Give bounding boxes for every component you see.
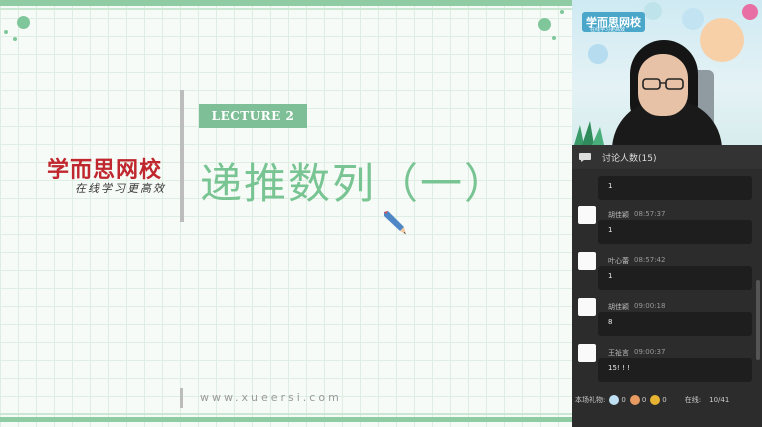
chat-user-name: 王祉言: [608, 349, 629, 357]
chat-bubble-icon: [579, 153, 591, 162]
chat-message-box: 15! ! !: [598, 358, 752, 382]
decor-bubble: [700, 18, 744, 62]
decor-dot: [4, 30, 8, 34]
decor-dot: [17, 16, 30, 29]
chat-message-text: 1: [608, 182, 613, 190]
chat-time: 09:00:18: [634, 302, 666, 310]
pencil-cursor-icon: [384, 211, 406, 234]
slide-top-bar: [0, 0, 572, 6]
chat-time: 08:57:37: [634, 210, 666, 218]
chat-message-text: 15! ! !: [608, 364, 630, 372]
decor-bubble: [682, 8, 704, 30]
chat-list[interactable]: 1 胡佳颖 08:57:37 1 叶心蕾 08:57:42 1 胡佳颖 09:0…: [572, 170, 754, 385]
lecture-slide: 学而思网校 在线学习更高效 LECTURE 2 递推数列（一） www.xuee…: [0, 0, 572, 427]
chat-message-box: 1: [598, 176, 752, 200]
user-avatar-icon: [578, 298, 596, 316]
decor-bubble: [742, 4, 758, 20]
decor-bubble: [588, 44, 608, 64]
slide-bottom-bar-thin: [0, 413, 572, 415]
side-panel: 学而思网校 在线学习更高效 讨论人数(15) 1 胡佳颖 08:57:37 1 …: [572, 0, 762, 427]
chat-user-name: 胡佳颖: [608, 303, 629, 311]
chat-message-text: 1: [608, 226, 613, 234]
glasses-icon: [642, 78, 684, 90]
teacher-video[interactable]: 学而思网校 在线学习更高效: [572, 0, 762, 145]
lecture-badge: LECTURE 2: [199, 104, 307, 128]
gift-count: 0: [621, 396, 626, 404]
gift-count: 0: [641, 396, 647, 404]
brand-tagline: 在线学习更高效: [75, 182, 166, 195]
user-avatar-icon: [578, 252, 596, 270]
divider-bottom: [180, 388, 183, 408]
chat-message-text: 8: [608, 318, 613, 326]
video-logo-sub: 在线学习更高效: [590, 27, 626, 33]
online-label: 在线:: [684, 396, 702, 404]
website-url: www.xueersi.com: [200, 391, 342, 404]
slide-title: 递推数列（一）: [200, 159, 509, 208]
decor-dot: [538, 18, 551, 31]
divider: [180, 90, 184, 222]
gift-trophy-icon[interactable]: [650, 395, 661, 405]
chat-title: 讨论人数(15): [602, 153, 657, 164]
decor-bubble: [644, 2, 662, 20]
chat-message-text: 1: [608, 272, 613, 280]
plant-decor-icon: [574, 121, 604, 145]
chat-message-box: 1: [598, 220, 752, 244]
chat-scrollbar[interactable]: [756, 280, 760, 360]
chat-time: 09:00:37: [634, 348, 666, 356]
chat-header: 讨论人数(15): [572, 145, 762, 169]
chat-footer: 本场礼物: 0 0 0 在线: 10/41: [572, 385, 762, 415]
slide-bottom-bar: [0, 417, 572, 422]
chat-user-name: 叶心蕾: [608, 257, 629, 265]
chat-message-box: 8: [598, 312, 752, 336]
gift-count: 0: [662, 396, 667, 404]
user-avatar-icon: [578, 206, 596, 224]
chat-user-name: 胡佳颖: [608, 211, 629, 219]
gift-flower-icon[interactable]: [609, 395, 620, 405]
gift-bouquet-icon[interactable]: [629, 395, 640, 405]
decor-dot: [13, 37, 17, 41]
decor-dot: [560, 10, 564, 14]
slide-top-bar-thin: [0, 8, 572, 10]
decor-dot: [552, 36, 556, 40]
chat-time: 08:57:42: [634, 256, 666, 264]
gifts-label: 本场礼物:: [575, 396, 606, 404]
user-avatar-icon: [578, 344, 596, 362]
chat-message-box: 1: [598, 266, 752, 290]
online-value: 10/41: [709, 396, 730, 404]
